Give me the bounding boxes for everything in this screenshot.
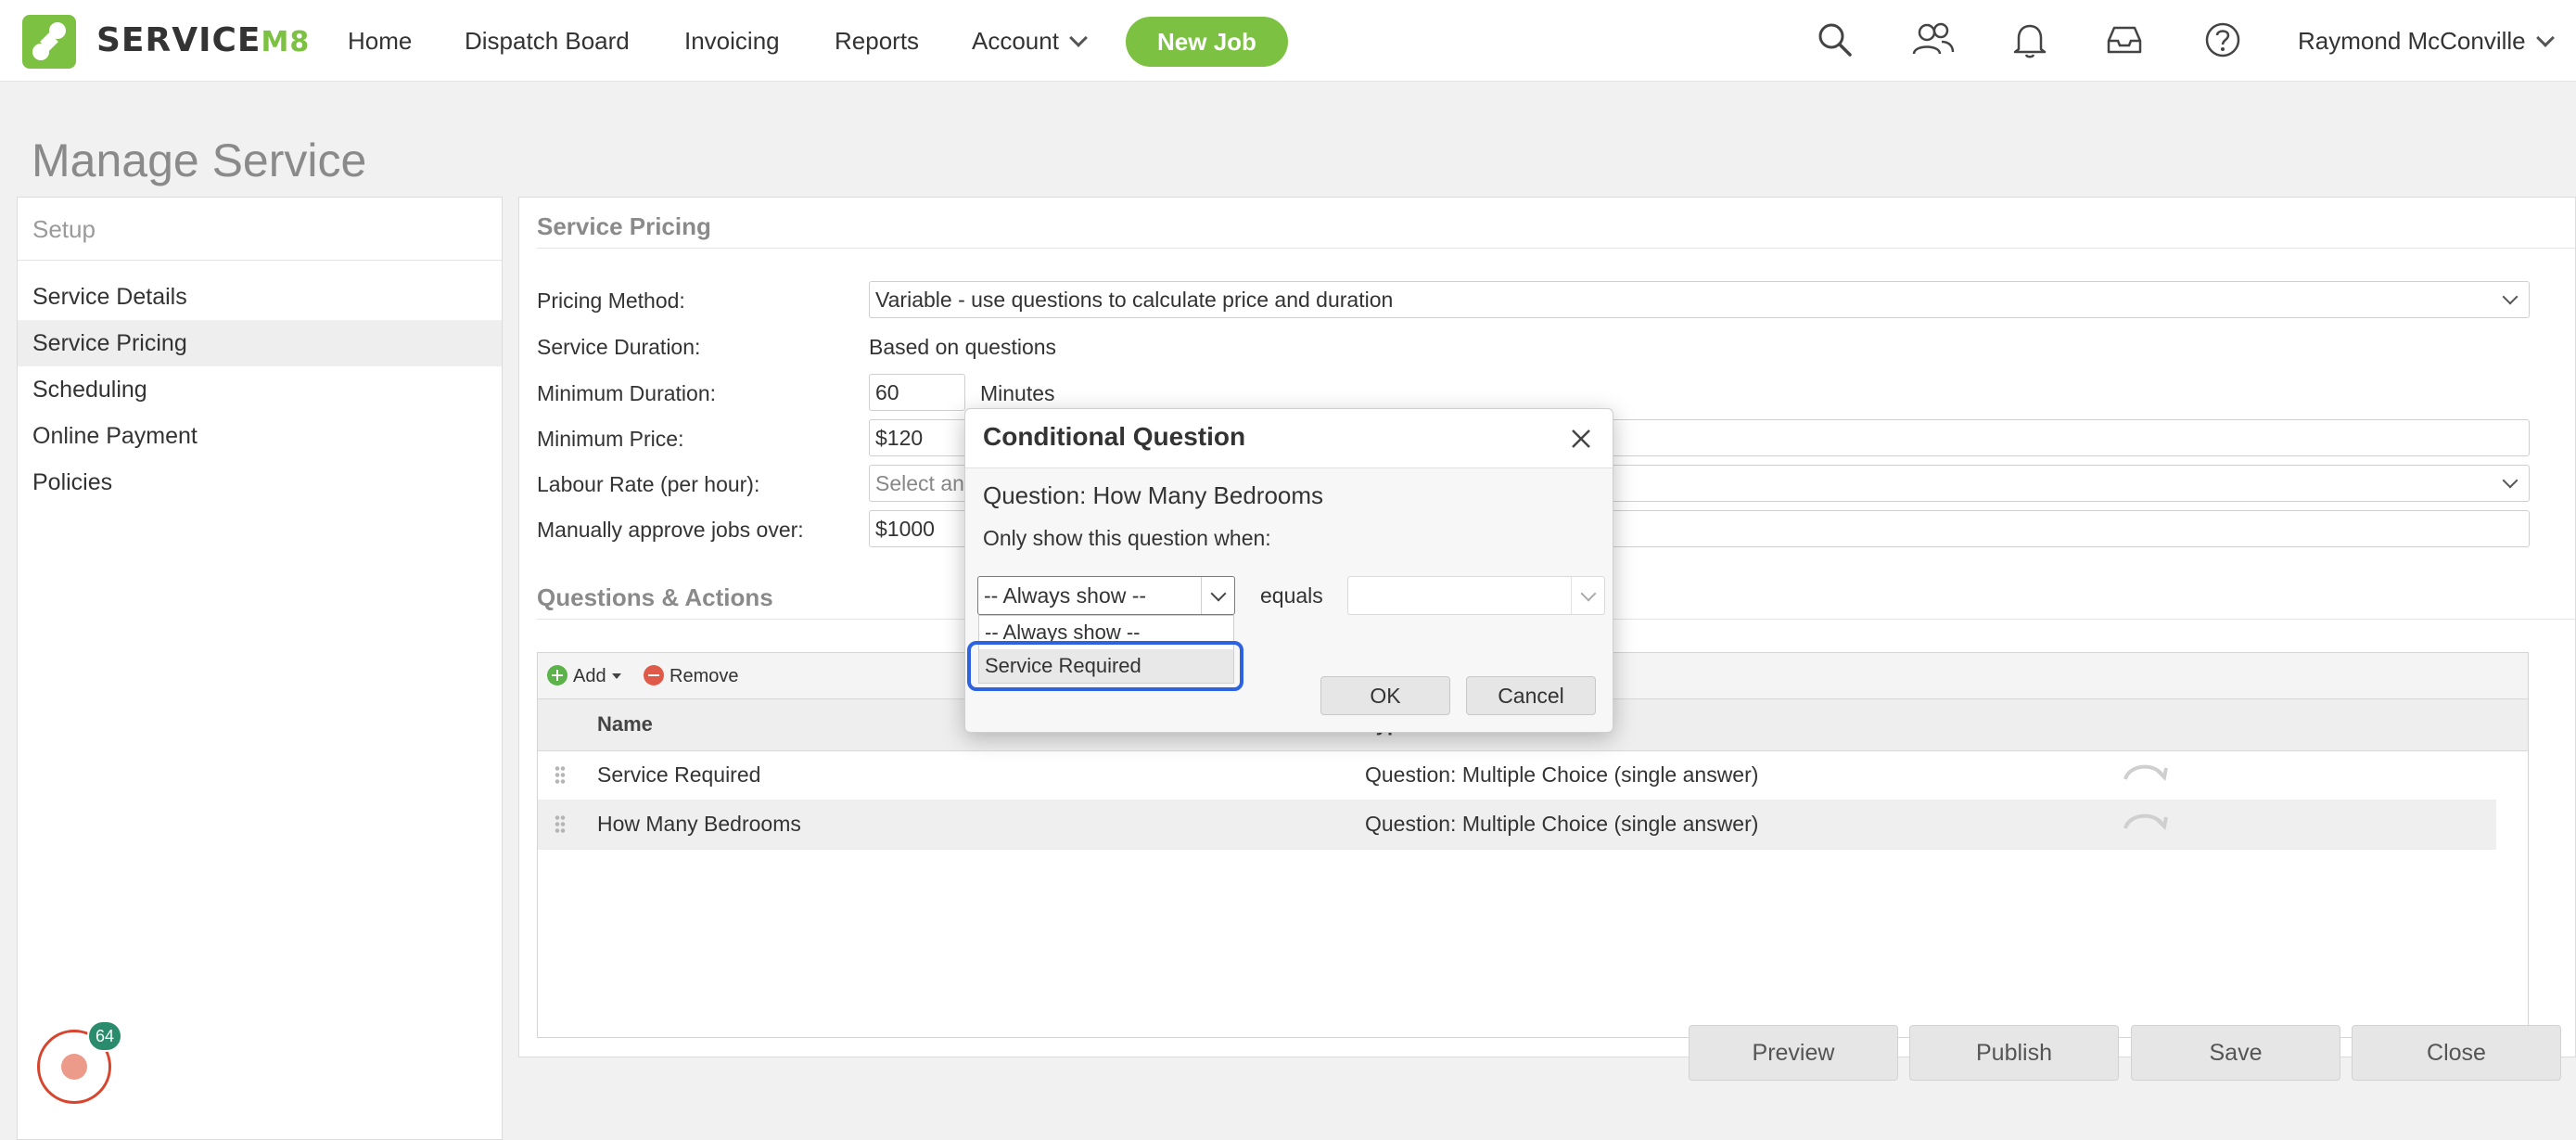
labour-rate-label: Labour Rate (per hour): <box>537 472 760 496</box>
chevron-down-icon <box>2502 472 2519 489</box>
row-name: How Many Bedrooms <box>597 812 801 836</box>
row-type: Question: Multiple Choice (single answer… <box>1365 812 1759 836</box>
labour-rate-placeholder: Select an <box>875 471 964 495</box>
condition-selected-value: -- Always show -- <box>984 583 1147 608</box>
brand-main-text: SERVICE <box>96 21 261 59</box>
new-job-button[interactable]: New Job <box>1126 17 1288 67</box>
caret-down-icon <box>611 673 621 679</box>
minimum-price-label: Minimum Price: <box>537 427 684 451</box>
section-title-service-pricing: Service Pricing <box>537 212 711 240</box>
nav-reports[interactable]: Reports <box>835 24 919 58</box>
pricing-method-value: Variable - use questions to calculate pr… <box>875 288 1394 312</box>
chevron-down-icon <box>1571 577 1604 614</box>
cancel-button[interactable]: Cancel <box>1466 676 1596 715</box>
row-name: Service Required <box>597 762 761 787</box>
minimum-duration-input[interactable]: 60 <box>869 374 965 411</box>
section-divider <box>537 248 2575 249</box>
table-row[interactable]: Service Required Question: Multiple Choi… <box>538 751 2496 801</box>
sidebar-item-policies[interactable]: Policies <box>18 459 502 506</box>
refresh-icon[interactable] <box>2120 759 2170 787</box>
row-type: Question: Multiple Choice (single answer… <box>1365 762 1759 787</box>
refresh-icon[interactable] <box>2120 808 2170 836</box>
ok-button[interactable]: OK <box>1320 676 1450 715</box>
top-navigation: SERVICEM8 Home Dispatch Board Invoicing … <box>0 0 2576 82</box>
dialog-instruction: Only show this question when: <box>983 526 1271 550</box>
focus-highlight <box>967 641 1243 691</box>
dialog-title: Conditional Question <box>983 422 1246 451</box>
dialog-question-text: Question: How Many Bedrooms <box>983 481 1324 509</box>
chevron-down-icon <box>1069 29 1088 47</box>
pricing-method-label: Pricing Method: <box>537 288 685 313</box>
service-duration-value: Based on questions <box>869 335 1057 359</box>
nav-invoicing[interactable]: Invoicing <box>684 24 780 58</box>
service-duration-label: Service Duration: <box>537 335 701 359</box>
remove-button[interactable]: Remove <box>644 664 738 688</box>
equals-label: equals <box>1260 583 1323 608</box>
close-button[interactable]: Close <box>2352 1025 2561 1081</box>
sidebar-item-service-pricing[interactable]: Service Pricing <box>18 320 502 366</box>
notification-count-badge: 64 <box>87 1020 122 1052</box>
minimum-duration-unit: Minutes <box>980 381 1055 405</box>
add-label: Add <box>573 666 606 686</box>
sidebar-item-service-details[interactable]: Service Details <box>18 274 502 320</box>
chevron-down-icon <box>1201 577 1234 614</box>
sidebar-item-online-payment[interactable]: Online Payment <box>18 413 502 459</box>
sidebar-heading: Setup <box>18 198 502 261</box>
pricing-method-select[interactable]: Variable - use questions to calculate pr… <box>869 281 2530 318</box>
chat-dot-icon <box>61 1054 87 1080</box>
nav-account-label: Account <box>972 27 1059 55</box>
user-menu[interactable]: Raymond McConville <box>2298 24 2555 58</box>
nav-account[interactable]: Account <box>972 24 1088 58</box>
remove-icon <box>644 665 664 685</box>
minimum-duration-label: Minimum Duration: <box>537 381 716 405</box>
remove-label: Remove <box>670 666 739 686</box>
dialog-header: Conditional Question <box>965 409 1613 468</box>
inbox-icon[interactable] <box>2105 20 2144 59</box>
servicem8-logo-icon[interactable] <box>22 15 76 69</box>
preview-button[interactable]: Preview <box>1689 1025 1898 1081</box>
chevron-down-icon <box>2502 288 2519 305</box>
brand-accent-text: M8 <box>261 26 311 58</box>
nav-dispatch-board[interactable]: Dispatch Board <box>465 24 630 58</box>
search-icon[interactable] <box>1816 20 1855 59</box>
bell-icon[interactable] <box>2010 20 2049 59</box>
add-icon <box>547 665 567 685</box>
publish-button[interactable]: Publish <box>1909 1025 2119 1081</box>
save-button[interactable]: Save <box>2131 1025 2340 1081</box>
setup-sidebar: Setup Service Details Service Pricing Sc… <box>17 197 503 1140</box>
table-row[interactable]: How Many Bedrooms Question: Multiple Cho… <box>538 801 2496 850</box>
column-header-name[interactable]: Name <box>597 712 653 737</box>
page-title: Manage Service <box>32 134 367 186</box>
drag-handle-icon[interactable] <box>555 814 566 835</box>
sidebar-item-scheduling[interactable]: Scheduling <box>18 366 502 413</box>
section-title-questions: Questions & Actions <box>537 583 773 611</box>
nav-home[interactable]: Home <box>348 24 412 58</box>
condition-value-select[interactable] <box>1347 576 1605 615</box>
brand-wordmark[interactable]: SERVICEM8 <box>96 22 310 59</box>
close-icon[interactable] <box>1570 428 1592 450</box>
approve-jobs-label: Manually approve jobs over: <box>537 518 804 542</box>
help-icon[interactable] <box>2203 20 2242 59</box>
user-name: Raymond McConville <box>2298 27 2526 55</box>
chevron-down-icon <box>2535 29 2555 47</box>
drag-handle-icon[interactable] <box>555 765 566 786</box>
people-icon[interactable] <box>1910 20 1955 59</box>
conditional-question-dialog: Conditional Question Question: How Many … <box>964 408 1613 733</box>
add-button[interactable]: Add <box>547 664 621 688</box>
support-chat-widget[interactable]: 64 <box>37 1020 122 1104</box>
condition-question-select[interactable]: -- Always show -- <box>977 576 1235 615</box>
